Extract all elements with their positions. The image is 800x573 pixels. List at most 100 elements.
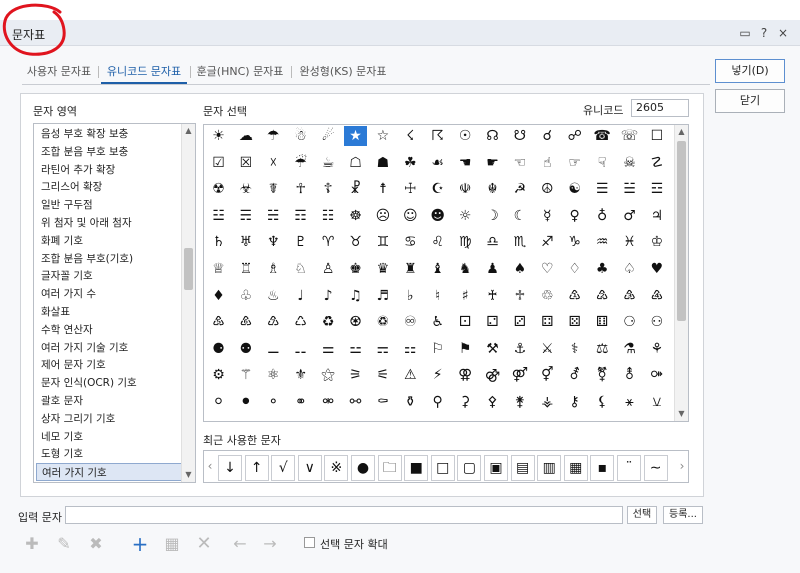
char-cell[interactable]: ⚹ (618, 392, 641, 412)
char-cell[interactable]: ⚩ (645, 365, 668, 385)
char-cell[interactable]: ♯ (454, 286, 477, 306)
char-cell[interactable]: ☑ (207, 153, 230, 173)
char-cell[interactable]: ⚱ (399, 392, 422, 412)
char-cell[interactable]: ♛ (371, 259, 394, 279)
char-cell[interactable]: ☯ (563, 179, 586, 199)
char-cell[interactable]: ⚡ (426, 365, 449, 385)
char-cell[interactable]: ♋ (399, 232, 422, 252)
char-cell[interactable]: ⚜ (289, 365, 312, 385)
char-cell[interactable]: ⚚ (234, 365, 257, 385)
char-cell[interactable]: ⚆ (618, 312, 641, 332)
area-list-item[interactable]: 글자꼴 기호 (36, 267, 182, 285)
char-cell[interactable]: ⚂ (508, 312, 531, 332)
char-cell[interactable]: ♎ (481, 232, 504, 252)
char-cell[interactable]: ⚷ (563, 392, 586, 412)
char-cell[interactable]: ♓ (618, 232, 641, 252)
char-cell[interactable]: ⚰ (371, 392, 394, 412)
char-cell[interactable]: ⚕ (563, 339, 586, 359)
area-list-item[interactable]: 수학 연산자 (36, 321, 182, 339)
char-cell[interactable]: ⚨ (618, 365, 641, 385)
char-cell[interactable]: ♘ (289, 259, 312, 279)
area-list-item[interactable]: 네모 기호 (36, 428, 182, 446)
char-cell[interactable]: ☄ (317, 126, 340, 146)
char-cell[interactable]: ☶ (289, 206, 312, 226)
area-list-item[interactable]: 음성 부호 확장 보충 (36, 125, 182, 143)
char-cell[interactable]: ☵ (262, 206, 285, 226)
char-cell[interactable]: ⚈ (207, 339, 230, 359)
area-list-item[interactable]: 여러 가지 수 (36, 285, 182, 303)
char-cell[interactable]: ☛ (481, 153, 504, 173)
recent-char-cell[interactable]: ∨ (297, 455, 322, 481)
char-cell[interactable]: ☾ (508, 206, 531, 226)
char-cell[interactable]: ♪ (317, 286, 340, 306)
area-list-item[interactable]: 화살표 (36, 303, 182, 321)
char-cell[interactable]: ☡ (645, 153, 668, 173)
char-cell[interactable]: ⚗ (618, 339, 641, 359)
char-cell[interactable]: ⚐ (426, 339, 449, 359)
tab-user-charmap[interactable]: 사용자 문자표 (26, 62, 92, 84)
delete-char-icon[interactable]: ✖ (84, 532, 108, 556)
char-cell[interactable]: ☼ (454, 206, 477, 226)
char-cell[interactable]: ☞ (563, 153, 586, 173)
char-cell[interactable]: ☴ (234, 206, 257, 226)
recent-char-cell[interactable]: ▤ (510, 455, 535, 481)
char-cell[interactable]: ♄ (207, 232, 230, 252)
char-cell[interactable]: ♵ (618, 286, 641, 306)
char-cell[interactable]: ♷ (207, 312, 230, 332)
recent-char-cell[interactable]: 🗀 (377, 455, 402, 481)
char-cell[interactable]: ⚇ (645, 312, 668, 332)
char-cell[interactable]: ⚟ (371, 365, 394, 385)
char-cell[interactable]: ☣ (234, 179, 257, 199)
area-list-item[interactable]: 화폐 기호 (36, 232, 182, 250)
char-cell[interactable]: ☽ (481, 206, 504, 226)
char-cell[interactable]: ⚮ (317, 392, 340, 412)
char-cell[interactable]: ☸ (344, 206, 367, 226)
input-chars-field[interactable] (65, 506, 623, 524)
char-cell[interactable]: ☹ (371, 206, 394, 226)
char-cell[interactable]: ☠ (618, 153, 641, 173)
char-cell[interactable]: ☖ (344, 153, 367, 173)
area-list-item[interactable]: 위 첨자 및 아래 첨자 (36, 214, 182, 232)
char-cell[interactable]: ☋ (508, 126, 531, 146)
area-list-item[interactable]: 여러 가지 기술 기호 (36, 339, 182, 357)
char-cell[interactable]: ♶ (645, 286, 668, 306)
char-cell[interactable]: ☘ (399, 153, 422, 173)
char-cell[interactable]: ♠ (508, 259, 531, 279)
add-table-icon[interactable]: ▦ (160, 532, 184, 556)
char-cell[interactable]: ☰ (591, 179, 614, 199)
char-cell[interactable]: ☃ (289, 126, 312, 146)
char-cell[interactable]: ☈ (426, 126, 449, 146)
char-cell[interactable]: ⚍ (344, 339, 367, 359)
char-cell[interactable]: ♂ (618, 206, 641, 226)
char-cell[interactable]: ♡ (536, 259, 559, 279)
char-cell[interactable]: ⚀ (454, 312, 477, 332)
scroll-up-icon[interactable]: ▲ (182, 124, 195, 138)
scroll-down-icon[interactable]: ▼ (182, 468, 195, 482)
area-list-item[interactable]: 상자 그리기 기호 (36, 410, 182, 428)
char-cell[interactable]: ♤ (618, 259, 641, 279)
char-cell[interactable]: ⚺ (645, 392, 668, 412)
char-cell[interactable]: ⚬ (262, 392, 285, 412)
delete-icon[interactable]: ✕ (192, 532, 216, 556)
char-cell[interactable]: ♢ (563, 259, 586, 279)
char-cell[interactable]: ☕ (317, 153, 340, 173)
add-icon[interactable]: + (128, 532, 152, 556)
char-cell[interactable]: ♊ (371, 232, 394, 252)
char-cell[interactable]: ♞ (454, 259, 477, 279)
char-cell[interactable]: ♿ (426, 312, 449, 332)
char-cell[interactable]: ♈ (317, 232, 340, 252)
char-cell[interactable]: ♴ (591, 286, 614, 306)
char-cell[interactable]: ♇ (289, 232, 312, 252)
char-cell[interactable]: ♃ (645, 206, 668, 226)
char-cell[interactable]: ☥ (289, 179, 312, 199)
char-cell[interactable]: ⚲ (426, 392, 449, 412)
char-cell[interactable]: ⚞ (344, 365, 367, 385)
char-cell[interactable]: ♹ (262, 312, 285, 332)
close-button[interactable]: × (775, 25, 791, 41)
area-list-item[interactable]: 일반 구두점 (36, 196, 182, 214)
char-cell[interactable]: ⚒ (481, 339, 504, 359)
char-cell[interactable]: ♲ (536, 286, 559, 306)
recent-char-cell[interactable]: √ (271, 455, 296, 481)
insert-button[interactable]: 넣기(D) (715, 59, 785, 83)
edit-char-icon[interactable]: ✎ (52, 532, 76, 556)
